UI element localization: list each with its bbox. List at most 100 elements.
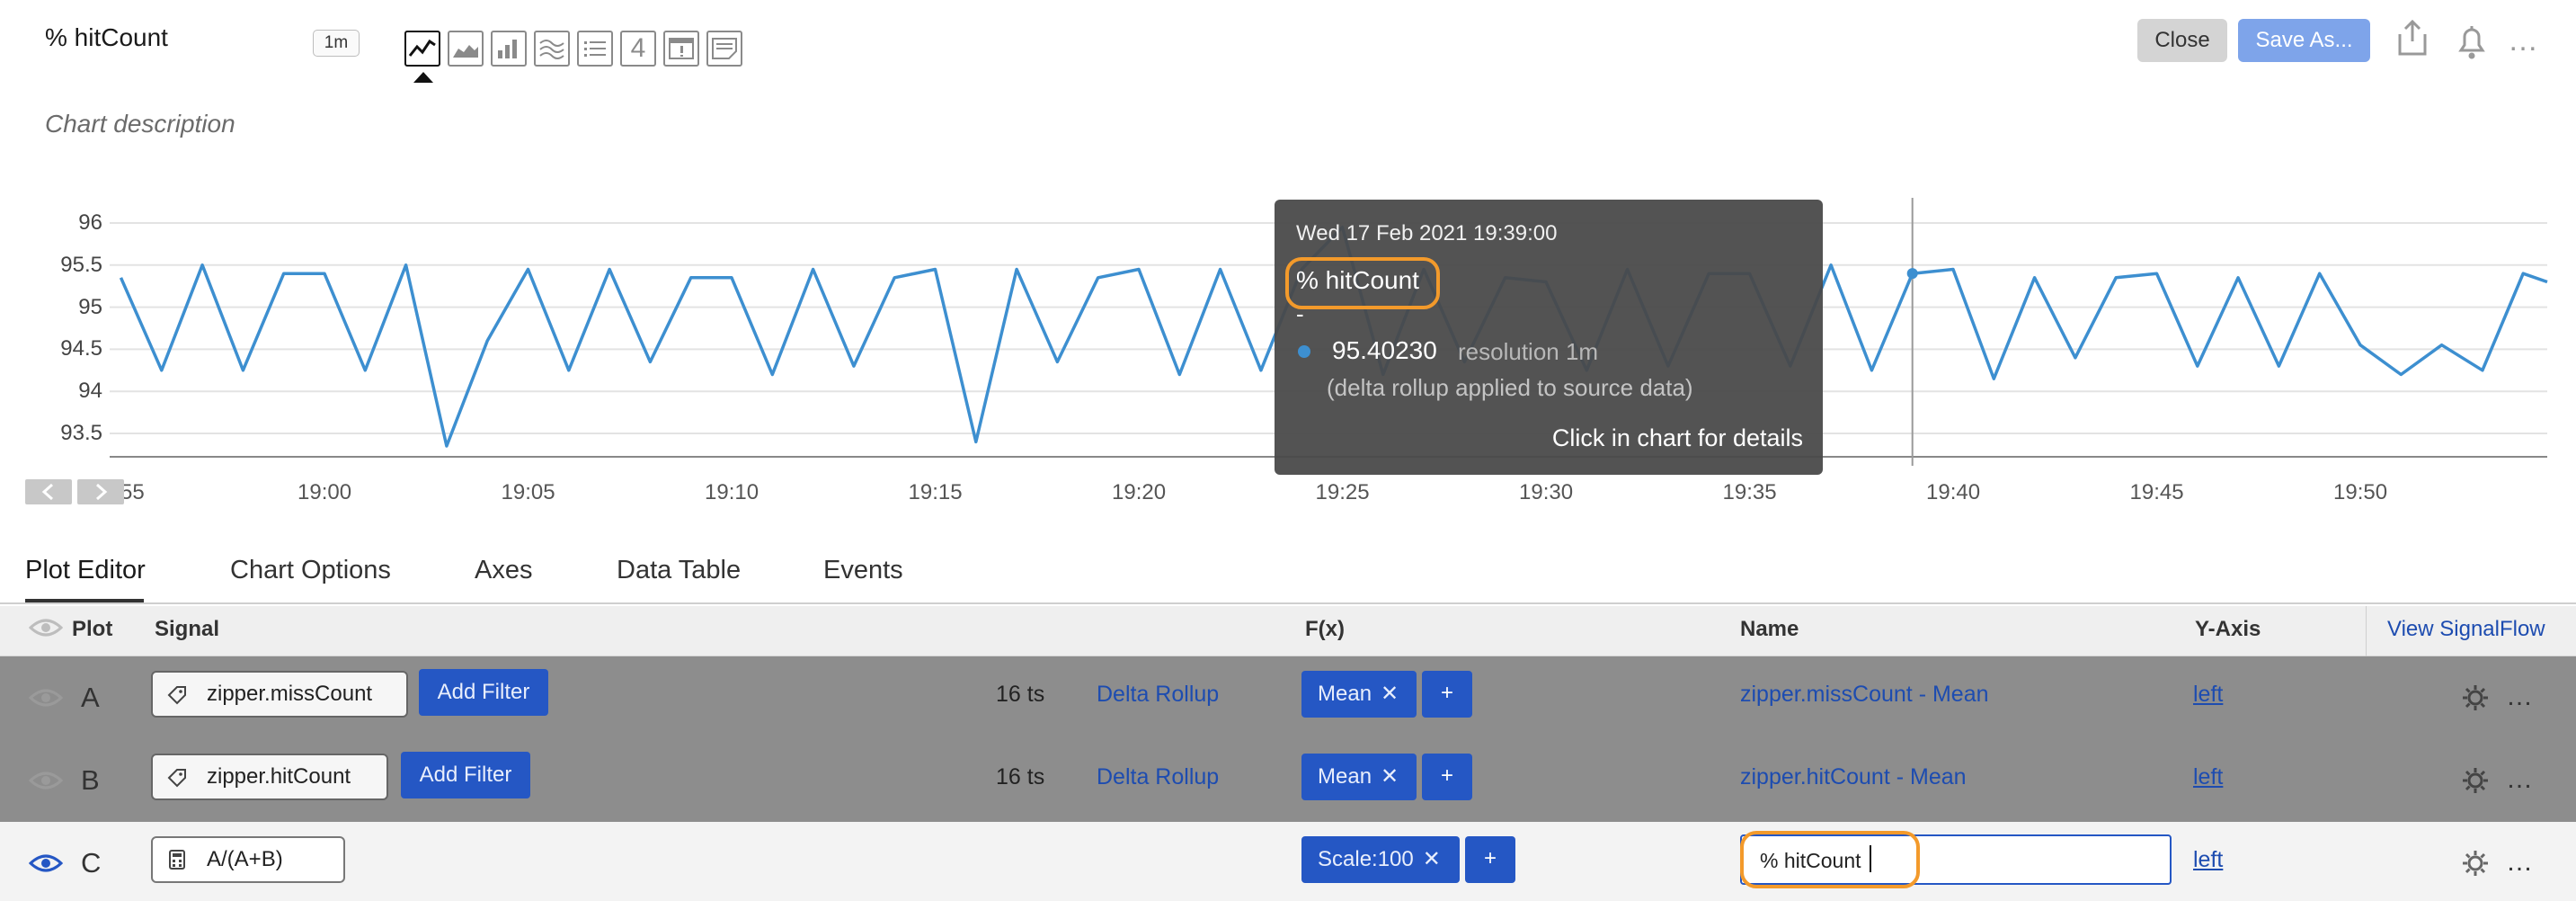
add-function-button[interactable]: + (1422, 754, 1472, 800)
add-filter-button[interactable]: Add Filter (419, 669, 548, 716)
function-pill[interactable]: Mean ✕ (1301, 754, 1417, 800)
tooltip-dash: - (1296, 300, 1304, 327)
function-pill[interactable]: Scale:100 ✕ (1301, 836, 1460, 883)
remove-icon[interactable]: ✕ (1423, 847, 1441, 871)
x-tick-label: 19:25 (1315, 480, 1370, 504)
share-icon[interactable] (2396, 18, 2429, 62)
close-button[interactable]: Close (2137, 19, 2227, 62)
eye-icon[interactable] (28, 615, 64, 645)
rollup-link[interactable]: Delta Rollup (1097, 682, 1219, 708)
rollup-link[interactable]: Delta Rollup (1097, 764, 1219, 790)
more-menu-icon[interactable]: … (2508, 23, 2538, 58)
name-column-header: Name (1740, 617, 1799, 641)
pan-right-button[interactable] (77, 479, 124, 504)
area-chart-icon[interactable] (448, 31, 484, 67)
plot-name-value: % hitCount (1760, 849, 1861, 872)
eye-icon[interactable] (28, 685, 64, 715)
tooltip-value: 95.40230 (1332, 336, 1437, 364)
histogram-icon[interactable] (534, 31, 570, 67)
x-tick-label: 19:10 (705, 480, 759, 504)
plot-letter: C (81, 847, 102, 879)
yaxis-link[interactable]: left (2193, 847, 2223, 873)
plot-name[interactable]: zipper.missCount - Mean (1740, 682, 1989, 708)
chart-title[interactable]: % hitCount (45, 23, 168, 52)
function-pill[interactable]: Mean ✕ (1301, 671, 1417, 718)
signal-column-header: Signal (155, 617, 220, 641)
add-function-button[interactable]: + (1465, 836, 1515, 883)
eye-icon[interactable] (28, 851, 64, 880)
tab-axes[interactable]: Axes (475, 556, 532, 585)
plot-name[interactable]: zipper.hitCount - Mean (1740, 764, 1967, 790)
x-tick-label: 19:45 (2129, 480, 2184, 504)
tab-chart-options[interactable]: Chart Options (230, 556, 391, 585)
add-filter-button[interactable]: Add Filter (401, 752, 530, 798)
heatmap-icon[interactable] (663, 31, 699, 67)
plot-column-header: Plot (72, 617, 113, 641)
y-tick-label: 96 (78, 210, 102, 235)
signal-input[interactable]: zipper.missCount (151, 671, 408, 718)
tooltip-timestamp: Wed 17 Feb 2021 19:39:00 (1296, 221, 1558, 245)
x-tick-label: 19:20 (1112, 480, 1167, 504)
add-function-button[interactable]: + (1422, 671, 1472, 718)
plot-letter: B (81, 764, 100, 796)
x-tick-label: 19:50 (2333, 480, 2388, 504)
yaxis-link[interactable]: left (2193, 764, 2223, 790)
eye-icon[interactable] (28, 768, 64, 798)
ts-count: 16 ts (996, 764, 1045, 789)
active-tab-indicator (25, 599, 144, 602)
function-label: Mean (1318, 764, 1372, 789)
tab-plot-editor[interactable]: Plot Editor (25, 556, 146, 585)
yaxis-link[interactable]: left (2193, 682, 2223, 708)
yaxis-column-header: Y-Axis (2195, 617, 2261, 641)
tab-events[interactable]: Events (823, 556, 903, 585)
x-tick-label: 19:15 (908, 480, 963, 504)
x-tick-label: 19:00 (298, 480, 352, 504)
table-row (0, 822, 2576, 901)
ts-count: 16 ts (996, 682, 1045, 707)
fx-column-header: F(x) (1305, 617, 1345, 641)
x-tick-label: 19:30 (1519, 480, 1574, 504)
x-tick-label: 55 (120, 480, 145, 504)
hover-point (1906, 268, 1918, 280)
calculator-icon (169, 850, 185, 874)
y-tick-label: 95 (78, 294, 102, 319)
single-value-icon[interactable]: 4 (620, 31, 656, 67)
column-chart-icon[interactable] (491, 31, 527, 67)
text-cursor (1870, 845, 1871, 872)
gear-icon[interactable] (2461, 849, 2490, 882)
tag-icon (167, 768, 187, 792)
pan-left-button[interactable] (25, 479, 72, 504)
remove-icon[interactable]: ✕ (1381, 764, 1399, 789)
view-signalflow-link[interactable]: View SignalFlow (2387, 617, 2545, 642)
function-label: Mean (1318, 682, 1372, 706)
line-chart-icon[interactable] (404, 31, 440, 67)
text-note-icon[interactable] (706, 31, 742, 67)
active-viz-indicator (413, 72, 433, 83)
series-color-dot (1298, 345, 1310, 358)
save-as-button[interactable]: Save As... (2238, 19, 2370, 62)
x-tick-label: 19:35 (1722, 480, 1777, 504)
gear-icon[interactable] (2461, 683, 2490, 717)
resolution-badge: 1m (313, 30, 360, 57)
gear-icon[interactable] (2461, 766, 2490, 799)
plot-table-header (0, 606, 2576, 656)
row-more-icon[interactable]: … (2506, 764, 2533, 795)
tab-data-table[interactable]: Data Table (617, 556, 741, 585)
y-tick-label: 93.5 (60, 421, 102, 445)
plot-letter: A (81, 682, 100, 713)
tooltip-series-name: % hitCount (1296, 266, 1419, 294)
chart-tooltip: Wed 17 Feb 2021 19:39:00 % hitCount - 95… (1275, 200, 1823, 475)
chart-description[interactable]: Chart description (45, 110, 235, 138)
row-more-icon[interactable]: … (2506, 682, 2533, 712)
tooltip-resolution: resolution 1m (1458, 338, 1599, 365)
tooltip-footer: Click in chart for details (1551, 424, 1803, 451)
bell-icon[interactable] (2454, 22, 2490, 66)
header-divider (2366, 606, 2367, 656)
y-tick-label: 94 (78, 379, 102, 404)
tag-icon (167, 685, 187, 709)
remove-icon[interactable]: ✕ (1381, 682, 1399, 706)
tooltip-rollup-note: (delta rollup applied to source data) (1327, 374, 1693, 401)
list-icon[interactable] (577, 31, 613, 67)
row-more-icon[interactable]: … (2506, 847, 2533, 878)
x-tick-label: 19:40 (1926, 480, 1981, 504)
